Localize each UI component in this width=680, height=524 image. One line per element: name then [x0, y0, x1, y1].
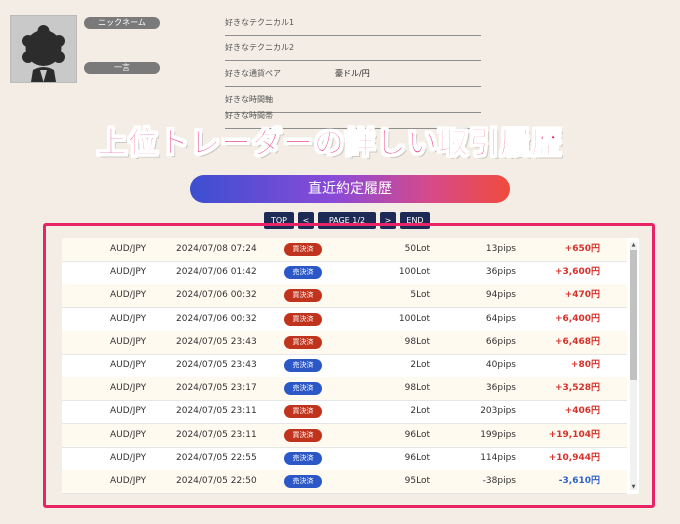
avatar	[10, 15, 77, 83]
default-avatar-icon	[11, 16, 76, 82]
favorite-pair-row: 好きな通貨ペア 豪ドル/円	[225, 68, 481, 87]
highlight-frame	[43, 223, 655, 508]
recent-executions-button[interactable]: 直近約定履歴	[190, 175, 510, 203]
favorite-pair-label: 好きな通貨ペア	[225, 69, 281, 78]
favorite-technical-1-row: 好きなテクニカル1	[225, 17, 481, 36]
nickname-label: ニックネーム	[84, 17, 160, 29]
favorite-pair-value: 豪ドル/円	[335, 69, 370, 78]
favorite-technical-2-row: 好きなテクニカル2	[225, 42, 481, 61]
favorite-technical-2-label: 好きなテクニカル2	[225, 43, 295, 52]
favorite-technical-1-label: 好きなテクニカル1	[225, 18, 295, 27]
overlay-headline: 上位トレーダーの詳しい取引履歴	[97, 126, 562, 162]
favorite-timeframe-label: 好きな時間軸	[225, 95, 273, 104]
comment-label: 一言	[84, 62, 160, 74]
